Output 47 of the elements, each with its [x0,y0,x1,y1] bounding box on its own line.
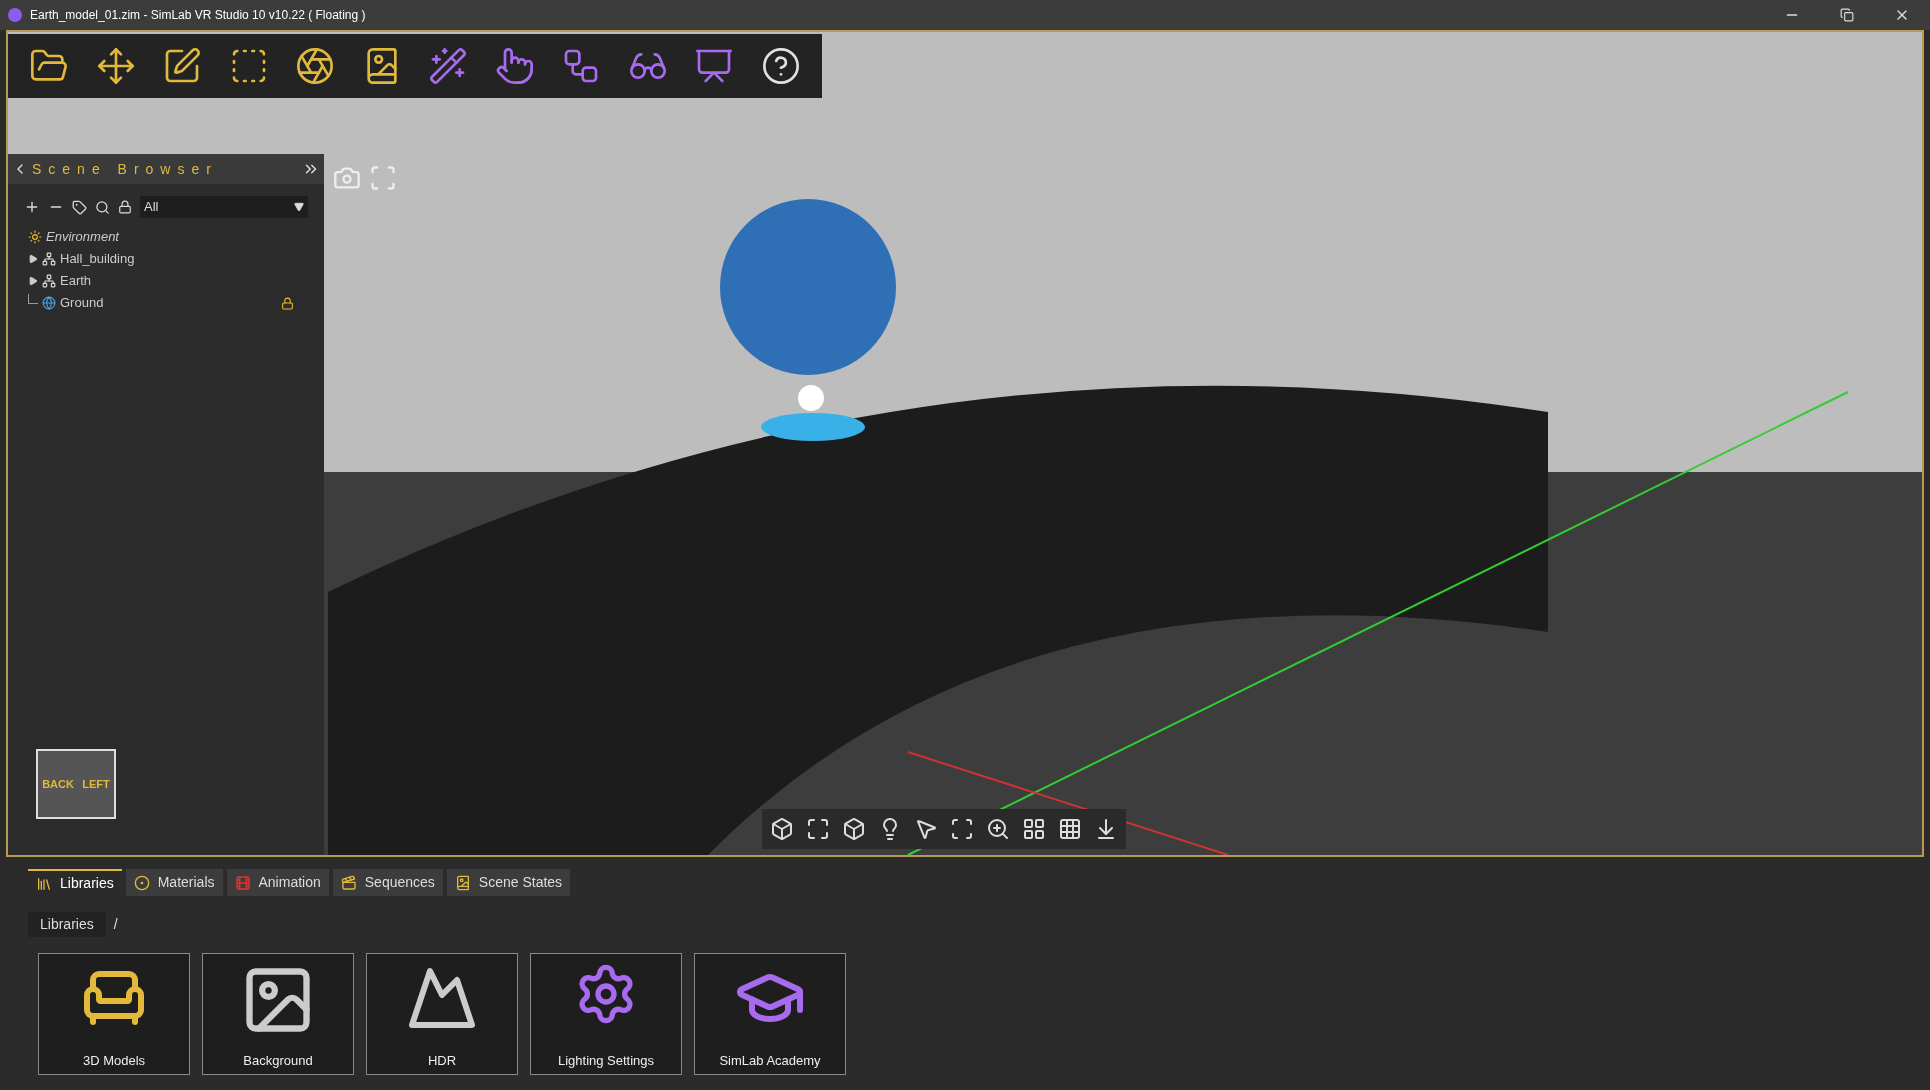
help-icon[interactable] [760,46,801,86]
app-logo-icon [8,8,22,22]
collapsed-arrow-icon[interactable] [28,254,38,264]
view-cube[interactable]: BACK LEFT [36,749,116,819]
breadcrumb-separator: / [113,915,118,934]
library-folder-tile[interactable]: SimLab Academy [694,953,846,1075]
panel-tab[interactable]: Animation [226,869,329,896]
library-folder-tile[interactable]: HDR [366,953,518,1075]
panel-tab[interactable]: Materials [125,869,223,896]
zoom-icon[interactable] [986,817,1010,841]
panel-title: Scene Browser [32,159,219,179]
search-icon[interactable] [95,199,110,215]
hand-pointer-icon[interactable] [494,46,535,86]
clapper-icon [340,874,357,891]
grid-icon[interactable] [1058,817,1082,841]
hierarchy-icon [42,274,56,288]
sun-icon [28,230,42,244]
panel-tab[interactable]: Sequences [332,869,443,896]
tree-connector-icon [28,294,38,304]
library-folder-tile[interactable]: Lighting Settings [530,953,682,1075]
tag-icon[interactable] [72,199,87,215]
select-arrow-icon[interactable] [914,817,938,841]
filter-dropdown[interactable]: All [140,196,308,218]
window-title: Earth_model_01.zim - SimLab VR Studio 10 v10.22 ( Floating ) [30,7,366,24]
tree-item[interactable]: Hall_building [8,248,324,270]
collapsed-arrow-icon[interactable] [28,276,38,286]
magic-wand-icon[interactable] [428,46,469,86]
lock-icon[interactable] [281,296,294,310]
library-folder-tile[interactable]: Background [202,953,354,1075]
panel-tab[interactable]: Scene States [446,869,571,896]
tree-item[interactable]: Earth [8,270,324,292]
restore-icon[interactable] [1840,8,1854,22]
viewport[interactable]: Scene Browser All Environment Hall_building Earth Ground BACK LEFT [6,30,1924,857]
books-icon [36,875,52,892]
move-arrows-icon[interactable] [95,46,136,86]
add-icon[interactable] [24,199,40,215]
tiles-icon[interactable] [1022,817,1046,841]
fit-view-icon[interactable] [806,817,830,841]
tree-item[interactable]: Environment [8,226,324,248]
unlock-icon[interactable] [118,200,132,214]
breadcrumb-link[interactable]: Libraries [28,912,106,937]
dropdown-caret-icon [294,202,304,212]
globe-icon [42,296,56,310]
library-folder-tile[interactable]: 3D Models [38,953,190,1075]
hierarchy-icon [42,252,56,266]
tree-item[interactable]: Ground [8,292,324,314]
shaded-cube-icon[interactable] [842,817,866,841]
